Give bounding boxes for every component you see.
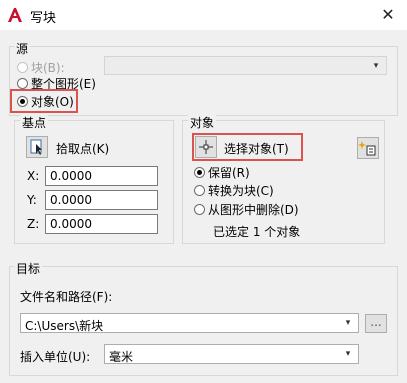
z-coordinate-field[interactable]: 0.0000 bbox=[45, 214, 158, 234]
destination-group-label: 目标 bbox=[14, 260, 43, 277]
source-group-label: 源 bbox=[14, 40, 31, 57]
selection-status: 已选定 1 个对象 bbox=[213, 225, 301, 239]
block-radio[interactable] bbox=[17, 62, 28, 73]
file-path-value: C:\Users\新块 bbox=[25, 319, 104, 333]
chevron-down-icon: ▾ bbox=[373, 60, 379, 71]
retain-label: 保留(R) bbox=[208, 166, 250, 180]
autocad-logo-icon bbox=[6, 6, 24, 24]
y-coordinate-field[interactable]: 0.0000 bbox=[45, 190, 158, 210]
window-title: 写块 bbox=[30, 11, 57, 26]
block-radio-label: 块(B): bbox=[31, 61, 65, 75]
delete-from-drawing-label: 从图形中删除(D) bbox=[208, 203, 299, 217]
objects-radio[interactable] bbox=[17, 96, 28, 107]
chevron-down-icon: ▾ bbox=[345, 318, 351, 328]
objects-group-label: 对象 bbox=[188, 114, 217, 131]
browse-button[interactable]: ... bbox=[365, 314, 387, 333]
insert-units-select[interactable]: 毫米 ▾ bbox=[104, 344, 359, 364]
select-objects-label: 选择对象(T) bbox=[224, 142, 289, 156]
insert-units-value: 毫米 bbox=[109, 350, 134, 364]
crosshair-icon bbox=[199, 140, 213, 154]
y-label: Y: bbox=[27, 193, 37, 207]
x-label: X: bbox=[27, 169, 40, 183]
pick-point-label: 拾取点(K) bbox=[56, 142, 110, 156]
insert-units-label: 插入单位(U): bbox=[20, 350, 91, 364]
retain-radio[interactable] bbox=[194, 167, 205, 178]
z-label: Z: bbox=[27, 217, 40, 231]
convert-to-block-label: 转换为块(C) bbox=[208, 184, 274, 198]
pick-point-button[interactable] bbox=[26, 136, 48, 158]
pick-point-icon bbox=[30, 139, 42, 155]
file-path-combobox[interactable]: C:\Users\新块 ▾ bbox=[20, 313, 359, 333]
quick-select-button[interactable] bbox=[357, 137, 379, 159]
close-icon[interactable]: ✕ bbox=[376, 4, 400, 26]
chevron-down-icon: ▾ bbox=[345, 349, 351, 359]
quick-select-icon bbox=[358, 141, 376, 156]
block-name-select[interactable]: ▾ bbox=[104, 56, 387, 75]
objects-radio-label: 对象(O) bbox=[31, 95, 74, 109]
x-coordinate-field[interactable]: 0.0000 bbox=[45, 166, 158, 186]
delete-from-drawing-radio[interactable] bbox=[194, 204, 205, 215]
dialog-body: 源 块(B): ▾ 整个图形(E) 对象(O) 基点 拾取点(K) X: 0.0… bbox=[0, 30, 407, 383]
convert-to-block-radio[interactable] bbox=[194, 185, 205, 196]
select-objects-button[interactable] bbox=[195, 136, 217, 158]
file-path-label: 文件名和路径(F): bbox=[20, 290, 113, 304]
title-bar: 写块 ✕ bbox=[0, 0, 407, 30]
entire-drawing-radio[interactable] bbox=[17, 78, 28, 89]
base-point-group-label: 基点 bbox=[20, 114, 49, 131]
